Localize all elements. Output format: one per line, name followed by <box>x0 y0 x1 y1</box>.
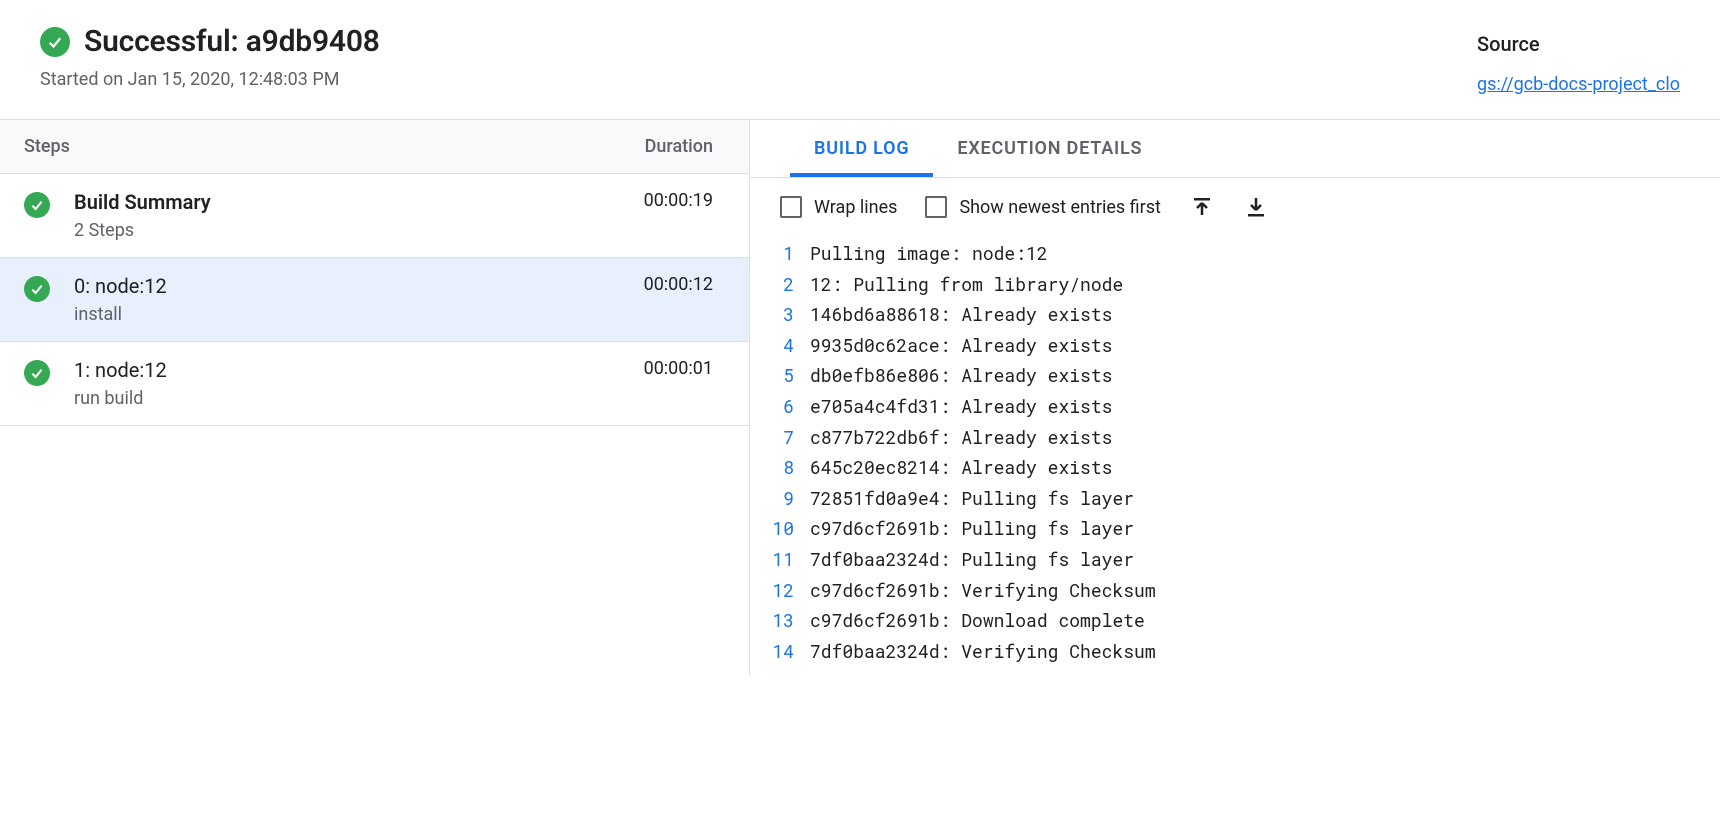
log-line-text: c97d6cf2691b: Pulling fs layer <box>810 513 1134 544</box>
log-line-number: 7 <box>770 422 810 453</box>
log-line: 12c97d6cf2691b: Verifying Checksum <box>770 575 1700 606</box>
step-title: 1: node:12 <box>74 358 624 382</box>
log-line: 117df0baa2324d: Pulling fs layer <box>770 544 1700 575</box>
title-row: Successful: a9db9408 <box>40 24 380 59</box>
log-line: 3146bd6a88618: Already exists <box>770 299 1700 330</box>
steps-col-label: Steps <box>24 136 70 157</box>
duration-col-label: Duration <box>645 136 713 157</box>
log-line-number: 8 <box>770 452 810 483</box>
source-link[interactable]: gs://gcb-docs-project_clo <box>1477 74 1680 95</box>
build-title: Successful: a9db9408 <box>84 24 380 59</box>
steps-panel: Steps Duration Build Summary 2 Steps 00:… <box>0 120 750 676</box>
tab-build-log[interactable]: BUILD LOG <box>790 120 933 177</box>
log-toolbar: Wrap lines Show newest entries first <box>750 178 1720 236</box>
wrap-lines-checkbox[interactable] <box>780 196 802 218</box>
success-status-icon <box>40 27 70 57</box>
log-line: 972851fd0a9e4: Pulling fs layer <box>770 483 1700 514</box>
summary-sub: 2 Steps <box>74 220 624 241</box>
log-line-number: 9 <box>770 483 810 514</box>
log-line-number: 6 <box>770 391 810 422</box>
log-line: 49935d0c62ace: Already exists <box>770 330 1700 361</box>
log-line-text: c97d6cf2691b: Verifying Checksum <box>810 575 1156 606</box>
log-line-text: Pulling image: node:12 <box>810 238 1048 269</box>
log-output[interactable]: 1Pulling image: node:12212: Pulling from… <box>750 236 1720 676</box>
step-duration: 00:00:01 <box>644 358 713 379</box>
step-duration: 00:00:12 <box>644 274 713 295</box>
newest-first-label: Show newest entries first <box>959 197 1160 218</box>
step-row-0[interactable]: 0: node:12 install 00:00:12 <box>0 258 749 342</box>
log-line-number: 14 <box>770 636 810 667</box>
log-line-text: 7df0baa2324d: Pulling fs layer <box>810 544 1134 575</box>
success-icon <box>24 276 50 302</box>
log-line-number: 5 <box>770 360 810 391</box>
tab-execution-details[interactable]: EXECUTION DETAILS <box>933 120 1166 177</box>
step-row-1[interactable]: 1: node:12 run build 00:00:01 <box>0 342 749 426</box>
summary-duration: 00:00:19 <box>644 190 713 211</box>
step-title: 0: node:12 <box>74 274 624 298</box>
log-line-number: 11 <box>770 544 810 575</box>
log-line-number: 12 <box>770 575 810 606</box>
step-sub: run build <box>74 388 624 409</box>
log-line: 6e705a4c4fd31: Already exists <box>770 391 1700 422</box>
log-line-text: 12: Pulling from library/node <box>810 269 1123 300</box>
log-line-text: 72851fd0a9e4: Pulling fs layer <box>810 483 1134 514</box>
log-line: 10c97d6cf2691b: Pulling fs layer <box>770 513 1700 544</box>
source-section: Source gs://gcb-docs-project_clo <box>1477 24 1680 95</box>
header-left: Successful: a9db9408 Started on Jan 15, … <box>40 24 380 90</box>
steps-table-header: Steps Duration <box>0 120 749 174</box>
log-line-text: 645c20ec8214: Already exists <box>810 452 1112 483</box>
log-line-text: 9935d0c62ace: Already exists <box>810 330 1112 361</box>
scroll-to-top-icon[interactable] <box>1189 194 1215 220</box>
started-timestamp: Started on Jan 15, 2020, 12:48:03 PM <box>40 69 380 90</box>
log-line-text: c97d6cf2691b: Download complete <box>810 605 1145 636</box>
log-line-text: c877b722db6f: Already exists <box>810 422 1112 453</box>
newest-first-checkbox[interactable] <box>925 196 947 218</box>
log-line-number: 10 <box>770 513 810 544</box>
build-summary-row[interactable]: Build Summary 2 Steps 00:00:19 <box>0 174 749 258</box>
log-line-number: 13 <box>770 605 810 636</box>
step-sub: install <box>74 304 624 325</box>
success-icon <box>24 192 50 218</box>
summary-title: Build Summary <box>74 190 624 214</box>
main-split: Steps Duration Build Summary 2 Steps 00:… <box>0 119 1720 676</box>
log-line: 147df0baa2324d: Verifying Checksum <box>770 636 1700 667</box>
log-panel: BUILD LOG EXECUTION DETAILS Wrap lines S… <box>750 120 1720 676</box>
log-line: 8645c20ec8214: Already exists <box>770 452 1700 483</box>
log-line-number: 3 <box>770 299 810 330</box>
log-line: 212: Pulling from library/node <box>770 269 1700 300</box>
log-line-text: e705a4c4fd31: Already exists <box>810 391 1112 422</box>
newest-first-control[interactable]: Show newest entries first <box>925 196 1160 218</box>
wrap-lines-control[interactable]: Wrap lines <box>780 196 897 218</box>
log-line-text: db0efb86e806: Already exists <box>810 360 1112 391</box>
log-line: 13c97d6cf2691b: Download complete <box>770 605 1700 636</box>
source-label: Source <box>1477 32 1680 56</box>
log-line: 5db0efb86e806: Already exists <box>770 360 1700 391</box>
log-line-number: 1 <box>770 238 810 269</box>
log-line: 7c877b722db6f: Already exists <box>770 422 1700 453</box>
log-line-number: 2 <box>770 269 810 300</box>
success-icon <box>24 360 50 386</box>
build-header: Successful: a9db9408 Started on Jan 15, … <box>0 0 1720 119</box>
log-line-text: 146bd6a88618: Already exists <box>810 299 1112 330</box>
log-line-text: 7df0baa2324d: Verifying Checksum <box>810 636 1156 667</box>
log-tabs: BUILD LOG EXECUTION DETAILS <box>750 120 1720 178</box>
download-icon[interactable] <box>1243 194 1269 220</box>
wrap-lines-label: Wrap lines <box>814 197 897 218</box>
log-line-number: 4 <box>770 330 810 361</box>
log-line: 1Pulling image: node:12 <box>770 238 1700 269</box>
